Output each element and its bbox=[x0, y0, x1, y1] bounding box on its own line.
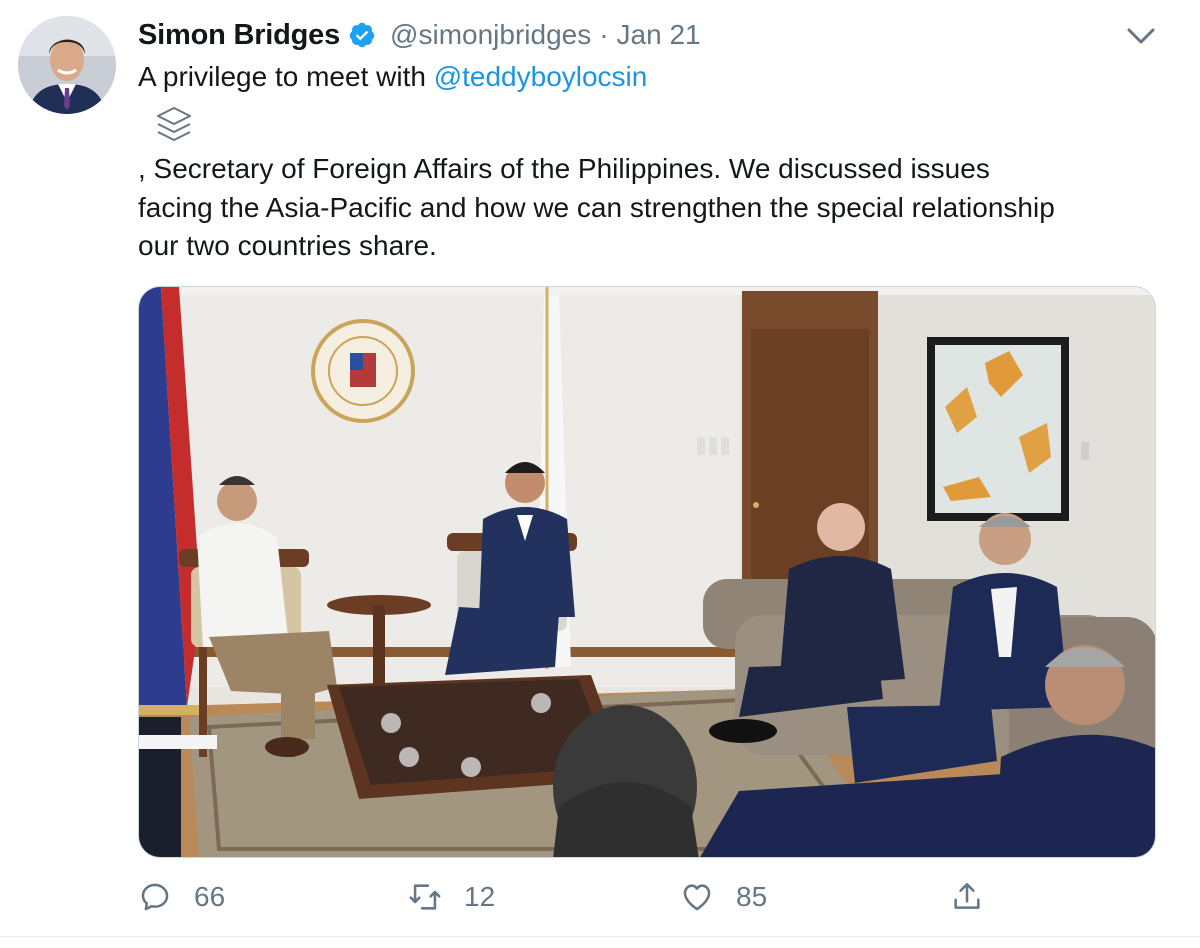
tweet-header: Simon Bridges @simonjbridges · Jan 21 bbox=[138, 14, 701, 56]
verified-badge-icon bbox=[349, 22, 375, 48]
stack-layers-icon bbox=[157, 107, 191, 141]
retweet-count: 12 bbox=[464, 881, 496, 912]
retweet-button[interactable]: 12 bbox=[408, 874, 495, 920]
tweet-text-line-2: , Secretary of Foreign Affairs of the Ph… bbox=[138, 153, 990, 184]
like-count: 85 bbox=[736, 881, 768, 912]
retweet-icon bbox=[409, 884, 441, 910]
profile-photo bbox=[18, 16, 116, 114]
reply-icon bbox=[141, 883, 169, 911]
author-handle[interactable]: @simonjbridges bbox=[390, 19, 591, 51]
tweet-text-prefix: A privilege to meet with bbox=[138, 61, 434, 92]
tweet-actions: 66 12 85 bbox=[138, 874, 1158, 920]
share-button[interactable] bbox=[950, 874, 984, 920]
reply-button[interactable]: 66 bbox=[138, 874, 225, 920]
tweet-divider bbox=[0, 936, 1200, 937]
meeting-photo bbox=[139, 287, 1155, 857]
share-icon bbox=[954, 882, 980, 909]
tweet-date[interactable]: Jan 21 bbox=[617, 19, 701, 51]
avatar[interactable] bbox=[18, 16, 116, 114]
tweet-text-line-1: A privilege to meet with @teddyboylocsin bbox=[138, 58, 647, 96]
like-button[interactable]: 85 bbox=[680, 874, 767, 920]
chevron-down-icon[interactable] bbox=[1124, 24, 1158, 48]
tweet-photo[interactable] bbox=[138, 286, 1156, 858]
tweet-card[interactable]: Simon Bridges @simonjbridges · Jan 21 A … bbox=[0, 0, 1200, 948]
separator-dot: · bbox=[599, 19, 609, 50]
mention-link[interactable]: @teddyboylocsin bbox=[434, 61, 648, 92]
tweet-text-line-4: our two countries share. bbox=[138, 230, 437, 261]
reply-count: 66 bbox=[194, 881, 226, 912]
author-name[interactable]: Simon Bridges bbox=[138, 19, 340, 52]
heart-icon bbox=[683, 884, 711, 911]
tweet-text-line-3: facing the Asia-Pacific and how we can s… bbox=[138, 192, 1055, 223]
